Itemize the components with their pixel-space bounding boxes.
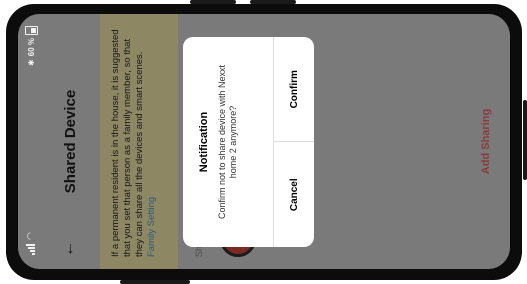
battery-icon [25, 26, 38, 35]
status-right: ✱ 60 % [25, 26, 38, 66]
status-left: ◠ [25, 232, 35, 255]
battery-percent: 60 % [27, 38, 36, 57]
add-sharing-button[interactable]: Add Sharing [480, 14, 492, 269]
dialog-actions: Cancel Confirm [273, 37, 314, 247]
power-button [120, 280, 190, 284]
wifi-icon: ◠ [25, 232, 35, 240]
volume-button [250, 0, 296, 4]
volume-button [190, 0, 236, 4]
family-setting-link[interactable]: Family Setting [146, 197, 157, 257]
bluetooth-icon: ✱ [27, 59, 36, 66]
app-screen: ◠ ✱ 60 % ← Shared Device If a permanent … [18, 14, 510, 269]
page-title: Shared Device [62, 89, 79, 194]
dialog-divider [274, 141, 314, 143]
family-tip-box: If a permanent resident is in the house,… [100, 14, 178, 269]
signal-icon [26, 244, 35, 255]
cancel-button[interactable]: Cancel [274, 143, 314, 248]
confirm-button[interactable]: Confirm [274, 37, 314, 142]
side-button [523, 100, 527, 180]
tip-text: If a permanent resident is in the house,… [110, 29, 145, 257]
header-bar: ← Shared Device [52, 14, 92, 269]
notification-dialog: Notification Confirm not to share device… [183, 37, 314, 247]
phone-screen: ◠ ✱ 60 % ← Shared Device If a permanent … [18, 14, 510, 269]
dialog-title: Notification [198, 111, 210, 173]
dialog-message: Confirm not to share device with Nexxt h… [217, 64, 238, 220]
status-bar: ◠ ✱ 60 % [18, 14, 40, 269]
